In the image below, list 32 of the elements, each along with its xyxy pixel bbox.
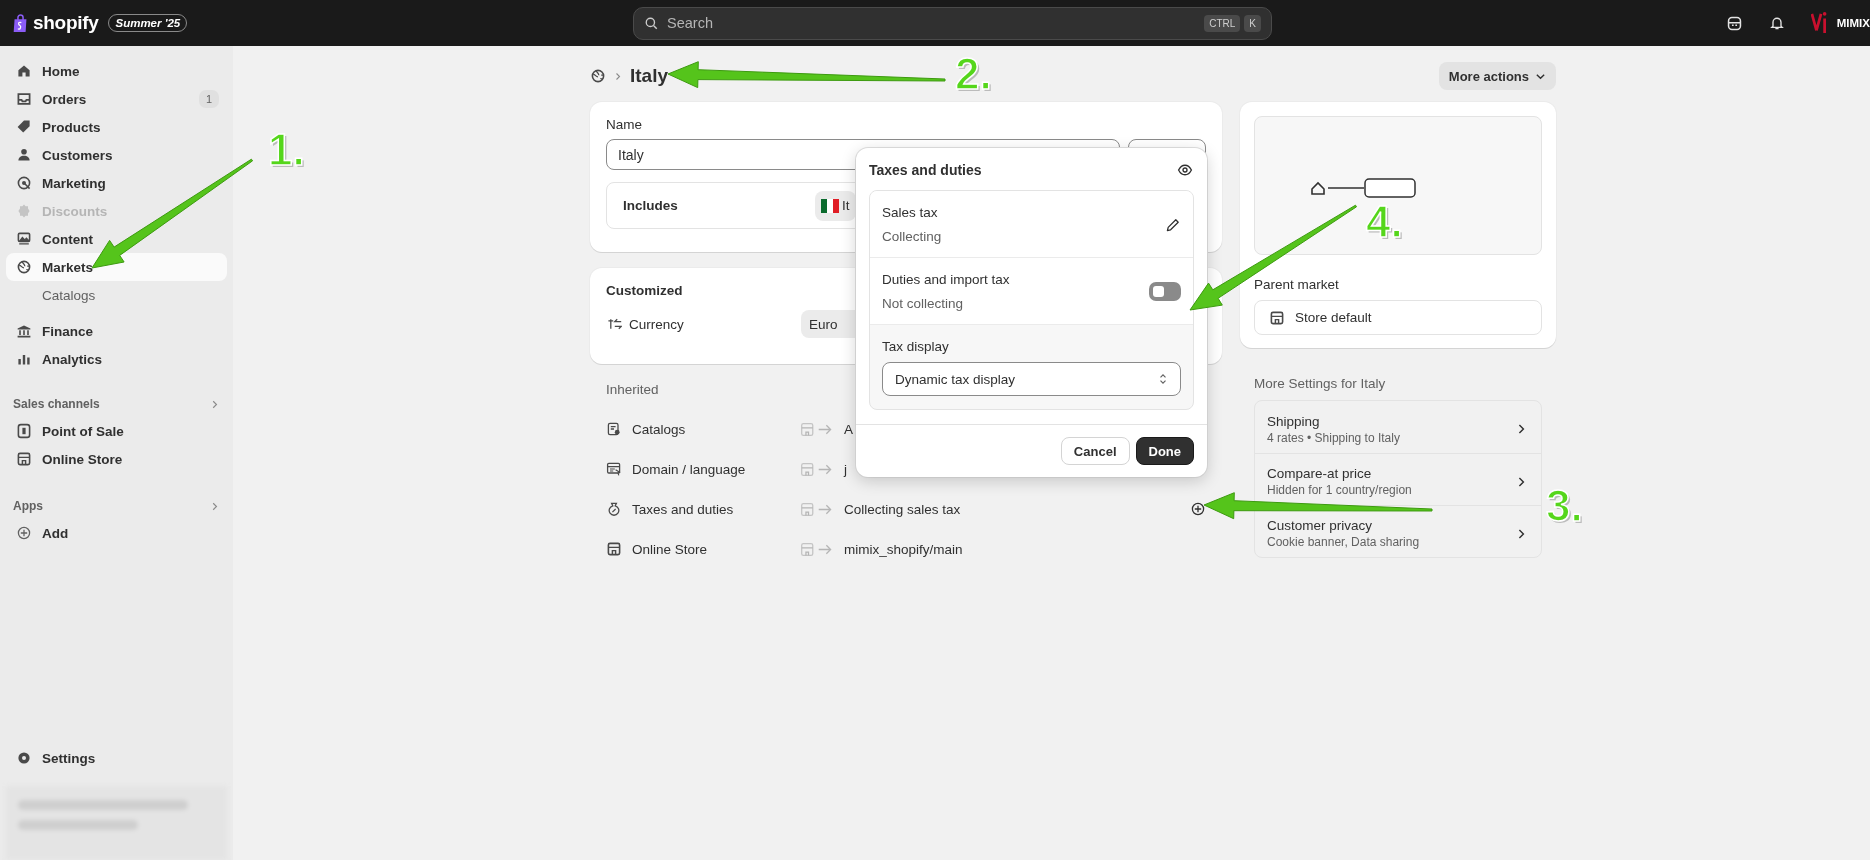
field-label: Parent market bbox=[1254, 277, 1340, 292]
setting-label: Taxes and duties bbox=[632, 501, 735, 517]
setting-label: Domain / language bbox=[632, 461, 747, 477]
includes-label: Includes bbox=[623, 198, 679, 213]
shortcut-key: CTRL bbox=[1204, 14, 1241, 32]
setting-value: Collecting sales tax bbox=[844, 501, 962, 517]
page-title: Italy bbox=[630, 65, 669, 87]
section-heading: Apps bbox=[13, 499, 43, 513]
annotation-number: 3. bbox=[1546, 484, 1583, 528]
annotation-number: 2. bbox=[955, 52, 992, 96]
setting-value: A bbox=[844, 421, 854, 437]
setting-label: Online Store bbox=[632, 541, 709, 557]
setting-title: Sales tax bbox=[882, 205, 939, 220]
setting-label: Catalogs bbox=[632, 421, 687, 437]
currency-label: Currency bbox=[629, 316, 685, 332]
field-label: Name bbox=[606, 117, 643, 132]
logo-text: shopify bbox=[33, 12, 99, 34]
section-heading: Inherited bbox=[606, 382, 660, 397]
setting-value: mimix_shopify/main bbox=[844, 541, 964, 557]
card-title: Customized bbox=[606, 283, 683, 298]
count-badge: 1 bbox=[198, 90, 219, 108]
shortcut-key: K bbox=[1244, 14, 1261, 32]
annotation-number: 1. bbox=[268, 128, 305, 172]
setting-status: Not collecting bbox=[882, 296, 965, 311]
setting-title: Duties and import tax bbox=[882, 272, 1011, 287]
annotation-number: 4. bbox=[1366, 200, 1403, 244]
setting-status: Collecting bbox=[882, 229, 943, 244]
popover-title: Taxes and duties bbox=[869, 162, 982, 178]
setting-value: j bbox=[844, 461, 848, 477]
section-heading: More Settings for Italy bbox=[1254, 376, 1387, 391]
field-label: Tax display bbox=[882, 339, 950, 354]
section-heading: Sales channels bbox=[13, 397, 100, 411]
